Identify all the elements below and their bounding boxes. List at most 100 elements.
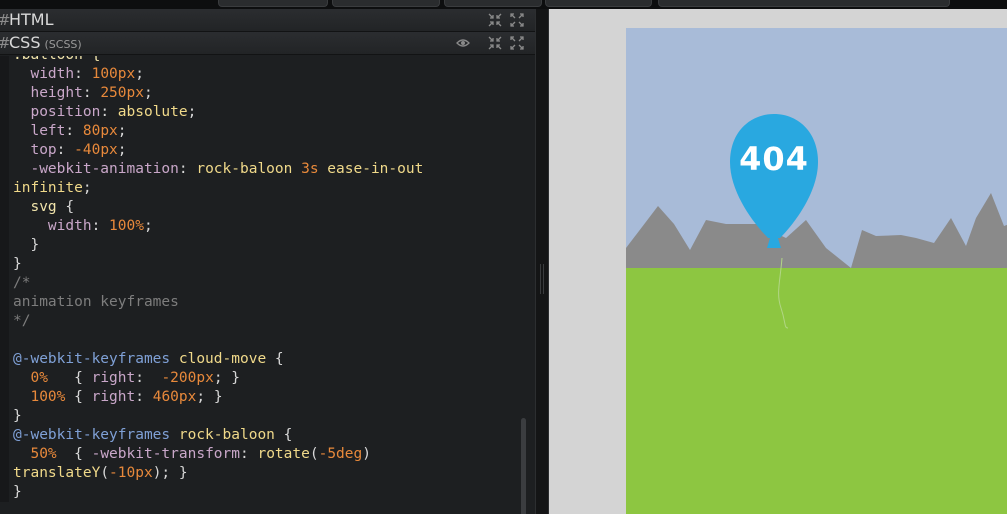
code-line[interactable]: @-webkit-keyframes rock-baloon { <box>13 426 292 445</box>
code-line[interactable]: -webkit-animation: rock-baloon 3s ease-i… <box>13 160 423 179</box>
balloon-knot <box>767 238 781 248</box>
code-token: ) <box>362 446 371 462</box>
code-token: : <box>74 66 92 82</box>
code-token: { <box>56 199 75 215</box>
code-token: -webkit-transform <box>91 446 240 462</box>
line-gutter <box>0 464 9 483</box>
code-token: ; <box>117 142 127 158</box>
line-gutter <box>0 141 9 160</box>
code-line[interactable]: .balloon { <box>13 56 100 65</box>
toolbar-tab[interactable] <box>658 0 950 7</box>
code-token: svg <box>30 199 57 215</box>
expand-icon[interactable] <box>510 13 524 27</box>
toolbar-tab[interactable] <box>218 0 328 7</box>
code-token: infinite <box>13 180 83 196</box>
line-gutter <box>0 179 9 198</box>
code-token: height <box>30 85 83 101</box>
eye-icon[interactable] <box>456 36 470 50</box>
code-line[interactable]: position: absolute; <box>13 103 196 122</box>
balloon-string <box>778 257 789 329</box>
code-line[interactable]: } <box>13 483 22 502</box>
line-gutter <box>0 483 9 502</box>
code-token: { <box>47 370 92 386</box>
code-token: ; <box>117 123 127 139</box>
code-line[interactable]: } <box>13 236 39 255</box>
line-gutter <box>0 65 9 84</box>
line-gutter <box>0 312 9 331</box>
code-line[interactable]: */ <box>13 312 30 331</box>
code-line[interactable]: 0% { right: -200px; } <box>13 369 240 388</box>
code-line[interactable]: width: 100px; <box>13 65 144 84</box>
code-line[interactable]: } <box>13 407 22 426</box>
toolbar-tab[interactable] <box>545 0 652 7</box>
code-token: top <box>30 142 57 158</box>
code-line[interactable]: 50% { -webkit-transform: rotate(-5deg) <box>13 445 371 464</box>
code-token: rotate <box>257 446 310 462</box>
code-token: ; <box>143 218 153 234</box>
code-token: -webkit-animation <box>30 161 179 177</box>
code-line[interactable]: left: 80px; <box>13 122 127 141</box>
code-token: ; <box>82 180 92 196</box>
collapse-icon[interactable] <box>488 13 502 27</box>
toolbar-tab[interactable] <box>332 0 440 7</box>
code-line[interactable]: animation keyframes <box>13 293 179 312</box>
code-token: : <box>82 85 101 101</box>
code-token: { <box>65 389 92 405</box>
line-gutter <box>0 103 9 122</box>
css-code-area[interactable]: .balloon { width: 100px; height: 250px ; … <box>0 56 520 514</box>
code-line[interactable]: translateY(-10px); } <box>13 464 188 483</box>
html-pane-header[interactable]: # HTML <box>0 9 535 32</box>
code-token: { <box>274 427 293 443</box>
code-token: } <box>13 408 22 424</box>
line-gutter <box>0 217 9 236</box>
editor-scrollbar[interactable] <box>521 418 526 514</box>
code-token: width <box>30 66 75 82</box>
code-token: .balloon { <box>13 56 100 63</box>
code-token: ( <box>309 446 319 462</box>
code-token: */ <box>13 313 31 329</box>
code-token: { <box>56 446 92 462</box>
expand-icon[interactable] <box>510 36 524 50</box>
mountains <box>626 193 1007 329</box>
code-line[interactable]: /* <box>13 274 30 293</box>
code-token: rock-baloon <box>196 161 302 177</box>
code-token: /* <box>13 275 31 291</box>
code-line[interactable]: 100% { right: 460px; } <box>13 388 222 407</box>
code-line[interactable]: } <box>13 255 22 274</box>
code-line[interactable]: top: -40px; <box>13 141 127 160</box>
code-line[interactable]: height: 250px; <box>13 84 152 103</box>
code-token: : <box>135 389 153 405</box>
resize-grip-icon <box>540 264 541 294</box>
preview-page: 404 <box>626 28 1007 514</box>
preview-pane: 404 <box>549 9 1007 514</box>
code-line[interactable]: infinite; <box>13 179 92 198</box>
css-pane-header[interactable]: # CSS(SCSS) <box>0 32 535 55</box>
code-line[interactable]: width: 100%; <box>13 217 153 236</box>
code-line[interactable]: svg { <box>13 198 74 217</box>
code-token: -200px <box>161 370 214 386</box>
code-token: : <box>56 142 75 158</box>
code-token: right <box>91 370 136 386</box>
code-token: 460px <box>152 389 197 405</box>
balloon <box>730 114 818 248</box>
line-gutter <box>0 56 9 65</box>
pane-resize-handle[interactable] <box>535 9 549 514</box>
line-gutter <box>0 293 9 312</box>
toolbar-tab[interactable] <box>444 0 542 7</box>
line-gutter <box>0 350 9 369</box>
code-token: width <box>47 218 92 234</box>
code-token: left <box>30 123 66 139</box>
code-token: 80px <box>82 123 118 139</box>
collapse-icon[interactable] <box>488 36 502 50</box>
code-token: -5deg <box>318 446 363 462</box>
line-gutter <box>0 426 9 445</box>
code-token: ( <box>100 465 110 481</box>
code-token: absolute <box>117 104 188 120</box>
line-gutter <box>0 369 9 388</box>
code-line[interactable]: @-webkit-keyframes cloud-move { <box>13 350 284 369</box>
